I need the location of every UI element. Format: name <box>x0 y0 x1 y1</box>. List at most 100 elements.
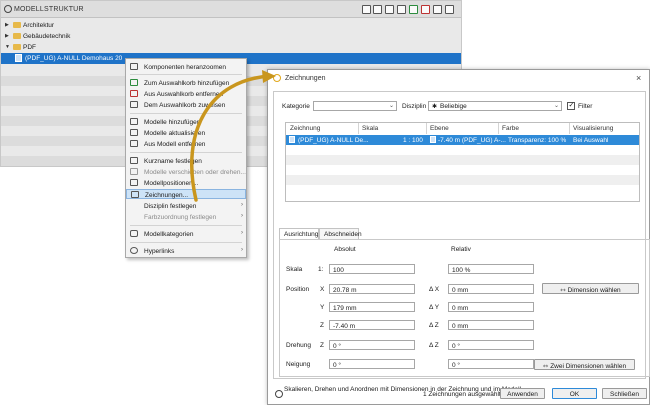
relative-x-input[interactable]: 0 mm <box>448 284 534 294</box>
two-dimensions-button[interactable]: ⇿ Zwei Dimensionen wählen <box>534 359 635 370</box>
filter-checkbox[interactable]: ✓ <box>567 102 575 110</box>
relative-z-input[interactable]: 0 mm <box>448 320 534 330</box>
tree-item-pdf[interactable]: ▼ PDF <box>1 42 461 52</box>
menu-item-label: Modelle verschieben oder drehen... <box>144 168 246 176</box>
neigung-absolute-input[interactable]: 0 ° <box>329 359 415 369</box>
move-icon <box>130 168 138 175</box>
dialog-title: Zeichnungen <box>285 75 326 82</box>
tree-item-architektur[interactable]: ▶ Architektur <box>1 20 461 30</box>
cell-skala: 1 : 100 <box>403 136 423 144</box>
input-value: 0 ° <box>333 361 342 369</box>
dialog-icon <box>273 74 281 82</box>
close-button[interactable]: Schließen <box>602 388 647 399</box>
chevron-down-icon: ⌄ <box>388 103 394 109</box>
relativ-header: Relativ <box>451 246 471 253</box>
position-z-input[interactable]: -7.40 m <box>329 320 415 330</box>
basket-remove-icon[interactable] <box>421 5 430 14</box>
drehung-label: Drehung <box>286 342 311 349</box>
menu-item-remove-from-basket[interactable]: Aus Auswahlkorb entfernen <box>126 89 246 99</box>
list-view-icon[interactable] <box>373 5 382 14</box>
apply-button[interactable]: Anwenden <box>500 388 545 399</box>
grid-header-skala[interactable]: Skala <box>362 125 378 132</box>
z-label: Z <box>320 342 324 349</box>
basket-icon[interactable] <box>433 5 442 14</box>
menu-item-hyperlinks[interactable]: Hyperlinks › <box>126 246 246 256</box>
filter-label: Filter <box>578 103 593 110</box>
menu-item-set-discipline[interactable]: Disziplin festlegen › <box>126 201 246 211</box>
menu-item-label: Aus Modell entfernen <box>144 140 206 148</box>
tab-abschneiden[interactable]: Abschneiden <box>319 228 362 239</box>
input-value: 0 ° <box>333 342 342 350</box>
skala-absolute-input[interactable]: 100 <box>329 264 415 274</box>
expand-icon[interactable]: ▶ <box>5 22 9 28</box>
drehung-absolute-input[interactable]: 0 ° <box>329 340 415 350</box>
basket-assign-icon[interactable] <box>445 5 454 14</box>
absolut-header: Absolut <box>334 246 356 253</box>
menu-item-set-short-name[interactable]: Kurzname festlegen <box>126 156 246 166</box>
skala-label: Skala <box>286 266 303 273</box>
menu-item-model-positions[interactable]: Modellpositionen... <box>126 178 246 188</box>
expand-icon[interactable]: ▶ <box>5 33 9 39</box>
neigung-relative-input[interactable]: 0 ° <box>448 359 534 369</box>
menu-item-set-color-mapping[interactable]: Farbzuordnung festlegen › <box>126 212 246 222</box>
grid-header-ebene[interactable]: Ebene <box>430 125 449 132</box>
relative-y-input[interactable]: 0 mm <box>448 302 534 312</box>
check-icon: ✓ <box>568 102 575 109</box>
menu-item-model-categories[interactable]: Modellkategorien › <box>126 229 246 239</box>
menu-item-drawings[interactable]: Zeichnungen... <box>126 189 246 199</box>
grid-header-zeichnung[interactable]: Zeichnung <box>290 125 320 132</box>
input-value: 0 ° <box>452 342 461 350</box>
submenu-arrow-icon: › <box>241 202 243 208</box>
collapse-icon[interactable]: ▼ <box>5 44 10 50</box>
folder-icon <box>13 32 21 39</box>
tab-label: Abschneiden <box>324 231 362 238</box>
basket-add-icon <box>130 79 138 86</box>
position-x-input[interactable]: 20.78 m <box>329 284 415 294</box>
menu-separator <box>130 242 242 243</box>
tab-label: Ausrichtung <box>284 231 319 238</box>
dialog-titlebar[interactable]: Zeichnungen × <box>268 70 649 87</box>
hierarchy-icon[interactable] <box>385 5 394 14</box>
input-value: -7.40 m <box>333 322 356 330</box>
filter-icon[interactable] <box>397 5 406 14</box>
chevron-down-icon: ⌄ <box>553 103 559 109</box>
disziplin-select[interactable]: ✱ Beliebige ⌄ <box>428 101 562 111</box>
help-icon[interactable] <box>275 390 283 398</box>
x-label: X <box>320 286 325 293</box>
text-icon <box>130 157 138 164</box>
input-value: 20.78 m <box>333 286 357 294</box>
menu-item-add-models[interactable]: Modelle hinzufügen <box>126 117 246 127</box>
drawings-grid: Zeichnung Skala Ebene Farbe Visualisieru… <box>285 122 640 202</box>
context-menu: Komponenten heranzoomen Zum Auswahlkorb … <box>125 58 247 258</box>
grid-header-farbe[interactable]: Farbe <box>502 125 519 132</box>
menu-item-zoom-components[interactable]: Komponenten heranzoomen <box>126 62 246 72</box>
folder-icon <box>130 230 138 237</box>
menu-item-update-models[interactable]: Modelle aktualisieren <box>126 128 246 138</box>
cell-visualisierung: Bei Auswahl <box>573 136 609 144</box>
drehung-relative-input[interactable]: 0 ° <box>448 340 534 350</box>
tree-item-gebaeudetechnik[interactable]: ▶ Gebäudetechnik <box>1 31 461 41</box>
position-y-input[interactable]: 179 mm <box>329 302 415 312</box>
grid-header-visualisierung[interactable]: Visualisierung <box>573 125 613 132</box>
menu-item-remove-from-model[interactable]: Aus Modell entfernen <box>126 139 246 149</box>
menu-item-add-to-basket[interactable]: Zum Auswahlkorb hinzufügen <box>126 78 246 88</box>
position-label: Position <box>286 286 310 293</box>
input-value: 0 mm <box>452 322 469 330</box>
cell-farbe: Transparenz: 100 % <box>508 136 567 144</box>
skala-relative-input[interactable]: 100 % <box>448 264 534 274</box>
dimension-select-button[interactable]: ⇿ Dimension wählen <box>542 283 639 294</box>
button-text: Dimension wählen <box>567 287 621 294</box>
tree-item-label: (PDF_UG) A-NULL Demohaus 20 <box>25 54 123 62</box>
table-row[interactable]: (PDF_UG) A-NULL De... 1 : 100 -7.40 m (P… <box>286 135 639 145</box>
kategorie-select[interactable]: ⌄ <box>313 101 397 111</box>
menu-item-move-rotate-models[interactable]: Modelle verschieben oder drehen... <box>126 167 246 177</box>
tree-item-label: Gebäudetechnik <box>23 32 71 40</box>
basket-add-icon[interactable] <box>409 5 418 14</box>
skala-prefix: 1: <box>318 266 324 273</box>
menu-item-assign-basket[interactable]: Dem Auswahlkorb zuweisen <box>126 100 246 110</box>
menu-item-label: Modelle aktualisieren <box>144 129 206 137</box>
tab-ausrichtung[interactable]: Ausrichtung <box>279 228 319 239</box>
close-icon[interactable]: × <box>636 73 641 83</box>
ok-button[interactable]: OK <box>552 388 597 399</box>
tree-view-icon[interactable] <box>362 5 371 14</box>
